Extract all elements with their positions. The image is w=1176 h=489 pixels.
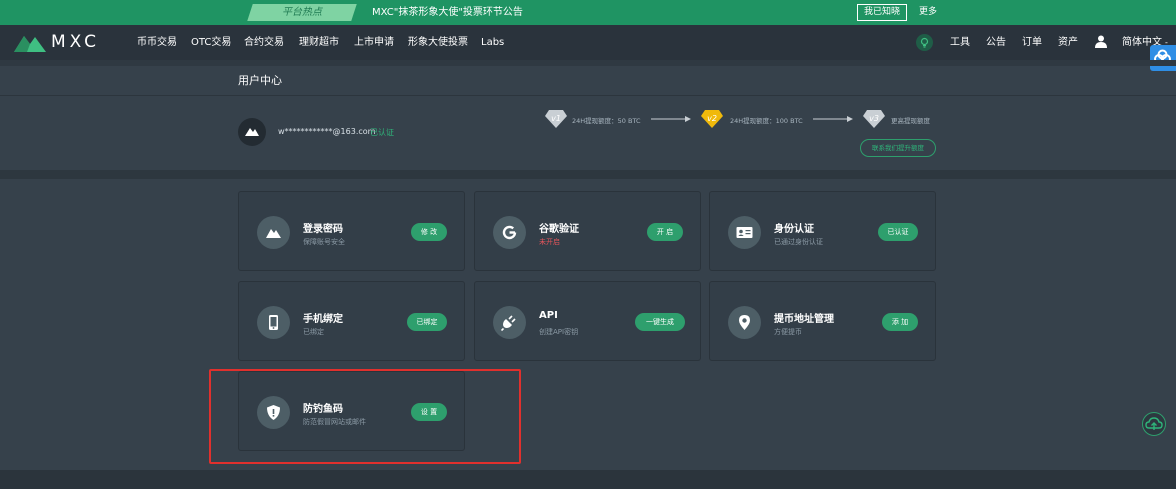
card-title: 登录密码	[303, 224, 343, 235]
security-card-identity: 身份认证 已通过身份认证 已认证	[709, 191, 936, 271]
arrow-right-icon	[813, 116, 853, 122]
mountain-logo-icon	[245, 128, 259, 136]
level-badge-label: v3	[869, 114, 879, 123]
nav-divider	[0, 60, 1176, 66]
nav-item-ambassador[interactable]: 形象大使投票	[408, 25, 468, 60]
level-limit: 24H提现额度：50 BTC	[572, 117, 641, 125]
level-badge-label: v2	[707, 114, 717, 123]
security-card-google-auth: 谷歌验证 未开启 开 启	[474, 191, 701, 271]
nav-item-listing[interactable]: 上市申请	[354, 25, 394, 60]
generate-key-button[interactable]: 一键生成	[635, 313, 685, 331]
card-title: 身份认证	[774, 224, 814, 235]
add-address-button[interactable]: 添 加	[882, 313, 918, 331]
nav-item-finance[interactable]: 理财超市	[299, 25, 339, 60]
enable-button[interactable]: 开 启	[647, 223, 683, 241]
verified-button[interactable]: 已认证	[878, 223, 918, 241]
nav-item-tools[interactable]: 工具	[950, 25, 970, 60]
page-title: 用户中心	[238, 74, 282, 87]
card-subtitle: 保障账号安全	[303, 238, 345, 246]
nav-item-contract[interactable]: 合约交易	[244, 25, 284, 60]
id-card-icon	[728, 216, 761, 249]
mountain-logo-icon	[257, 216, 290, 249]
google-icon	[493, 216, 526, 249]
acknowledge-button[interactable]: 我已知晓	[857, 4, 907, 21]
cloud-icon[interactable]	[1150, 45, 1176, 71]
card-title: API	[539, 310, 558, 321]
level-limit: 更高提现额度	[891, 117, 930, 125]
phone-icon	[257, 306, 290, 339]
security-card-withdraw-address: 提币地址管理 方便提币 添 加	[709, 281, 936, 361]
verified-status: 已认证	[370, 128, 394, 137]
card-subtitle: 创建API密钥	[539, 328, 579, 336]
plug-icon	[493, 306, 526, 339]
more-link[interactable]: 更多	[919, 0, 937, 25]
card-title: 谷歌验证	[539, 224, 579, 235]
modify-button[interactable]: 修 改	[411, 223, 447, 241]
arrow-right-icon	[651, 116, 691, 122]
user-email: w************@163.com	[278, 127, 376, 136]
hot-topic-tag: 平台热点	[282, 7, 322, 18]
card-title: 手机绑定	[303, 314, 343, 325]
announcement-link[interactable]: MXC"抹茶形象大使"投票环节公告	[372, 0, 523, 25]
highlight-box	[209, 369, 521, 464]
security-card-login-password: 登录密码 保障账号安全 修 改	[238, 191, 465, 271]
card-subtitle: 未开启	[539, 238, 560, 246]
logo-icon[interactable]	[14, 32, 46, 52]
logo-text[interactable]: MXC	[51, 32, 100, 52]
footer	[0, 470, 1176, 489]
avatar	[238, 118, 266, 146]
card-subtitle: 方便提币	[774, 328, 802, 336]
divider	[0, 95, 1176, 96]
section-divider	[0, 170, 1176, 179]
level-v1-icon: v1	[545, 110, 567, 128]
card-title: 提币地址管理	[774, 314, 834, 325]
location-pin-icon	[728, 306, 761, 339]
level-v2-icon: v2	[701, 110, 723, 128]
security-card-phone: 手机绑定 已绑定 已绑定	[238, 281, 465, 361]
nav-item-assets[interactable]: 资产	[1058, 25, 1078, 60]
nav-item-orders[interactable]: 订单	[1022, 25, 1042, 60]
nav-item-labs[interactable]: Labs	[481, 25, 504, 60]
card-subtitle: 已通过身份认证	[774, 238, 823, 246]
cloud-upload-icon[interactable]	[1142, 412, 1166, 436]
lightbulb-icon[interactable]	[916, 34, 933, 51]
user-icon[interactable]	[1095, 35, 1107, 48]
level-badge-label: v1	[551, 114, 561, 123]
contact-upgrade-button[interactable]: 联系我们提升额度	[860, 139, 936, 157]
card-subtitle: 已绑定	[303, 328, 324, 336]
level-v3-icon: v3	[863, 110, 885, 128]
announcement-bar	[0, 0, 1176, 25]
nav-item-spot[interactable]: 币币交易	[137, 25, 177, 60]
nav-item-otc[interactable]: OTC交易	[191, 25, 231, 60]
security-card-api: API 创建API密钥 一键生成	[474, 281, 701, 361]
bound-button[interactable]: 已绑定	[407, 313, 447, 331]
nav-item-notices[interactable]: 公告	[986, 25, 1006, 60]
level-limit: 24H提现额度：100 BTC	[730, 117, 803, 125]
